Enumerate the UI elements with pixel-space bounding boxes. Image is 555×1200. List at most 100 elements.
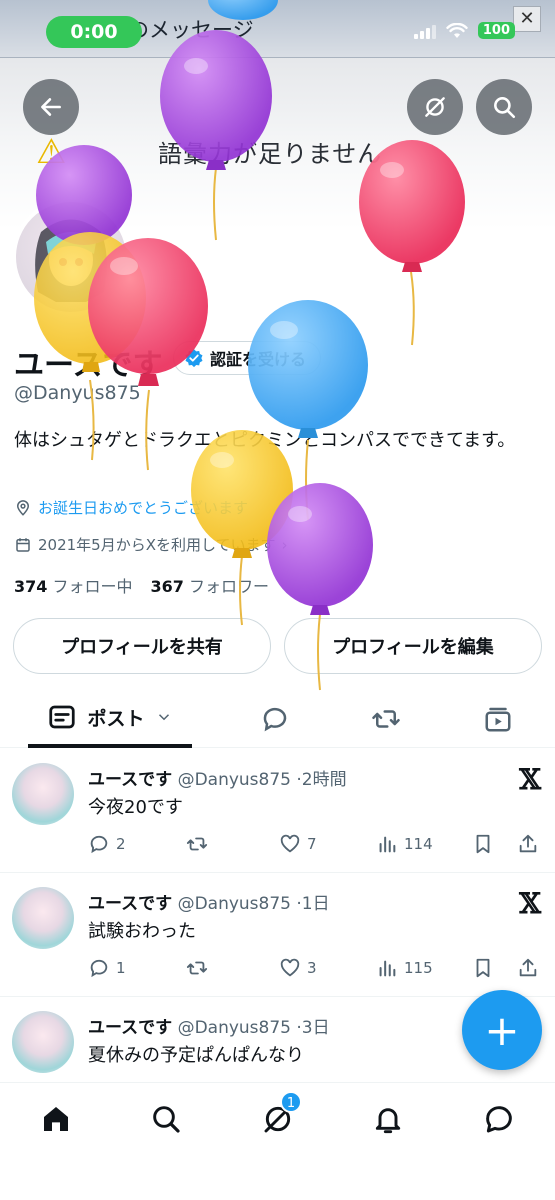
home-icon [44, 1107, 68, 1131]
battery-indicator: 100 [477, 22, 515, 39]
search-icon [153, 1106, 180, 1133]
banner-close-icon: ✕ [513, 6, 541, 32]
following-link[interactable]: 374 フォロー中 [14, 573, 133, 597]
nav-search[interactable] [146, 1099, 186, 1139]
chevron-down-icon [158, 714, 169, 721]
search-button[interactable] [476, 79, 532, 135]
bell-icon [375, 1108, 401, 1134]
wifi-icon [446, 22, 468, 38]
views-button[interactable]: 114 [376, 833, 433, 855]
post-time: 3日 [301, 1018, 330, 1038]
share-button[interactable] [517, 957, 539, 979]
post-header: ユースです @Danyus875 ·2時間 [88, 765, 347, 790]
post-text: 試験おわった [88, 921, 196, 942]
warning-icon: ⚠ [36, 132, 67, 172]
share-button[interactable] [517, 833, 539, 855]
like-button[interactable]: 7 [279, 833, 317, 855]
tab-replies[interactable] [255, 690, 295, 748]
profile-avatar[interactable] [12, 198, 130, 316]
bookmark-button[interactable] [472, 957, 494, 979]
post-time: 2時間 [301, 770, 347, 790]
edit-profile-button[interactable]: プロフィールを編集 [284, 618, 542, 674]
signal-icon [413, 23, 436, 39]
nav-home[interactable] [36, 1099, 76, 1139]
following-label: フォロー中 [52, 577, 133, 596]
post-author-name: ユースです [88, 770, 173, 790]
like-button[interactable]: 3 [279, 957, 317, 979]
post-text: 夏休みの予定ぱんぱんなり [88, 1045, 304, 1066]
birthday-text[interactable]: お誕生日おめでとうございます [38, 497, 248, 518]
post-author-name: ユースです [88, 1018, 173, 1038]
repost-button[interactable] [186, 833, 208, 855]
avatar[interactable] [12, 1011, 74, 1073]
calendar-icon [16, 537, 30, 552]
get-verified-button[interactable]: 認証を受ける [173, 341, 322, 375]
x-logo-icon: 𝕏 [519, 887, 541, 920]
views-button[interactable]: 115 [376, 957, 433, 979]
joined-text: 2021年5月からXを利用しています [38, 536, 276, 554]
nav-grok[interactable]: 1 [258, 1091, 302, 1139]
post-item[interactable]: ユースです @Danyus875 ·1日 𝕏 試験おわった 1 3 115 [0, 873, 555, 997]
nav-notifications[interactable] [368, 1099, 408, 1139]
compose-post-button[interactable]: + [462, 990, 542, 1070]
search-icon [494, 97, 516, 119]
x-logo-icon: 𝕏 [519, 763, 541, 796]
chat-bubble-icon [486, 1106, 512, 1133]
heart-icon [280, 958, 300, 977]
tab-media[interactable] [478, 690, 518, 748]
post-handle: @Danyus875 [177, 894, 291, 914]
posts-tab-icon [49, 705, 76, 729]
tab-reposts[interactable] [366, 690, 406, 748]
tab-posts[interactable]: ポスト [28, 690, 192, 748]
share-icon [519, 834, 537, 853]
birthday-row: お誕生日おめでとうございます [14, 497, 248, 518]
nav-messages[interactable] [479, 1099, 519, 1139]
share-icon [519, 958, 537, 977]
notification-badge: 1 [280, 1091, 302, 1113]
get-verified-label: 認証を受ける [210, 350, 307, 369]
post-item[interactable]: ユースです @Danyus875 ·2時間 𝕏 今夜20です 2 7 114 [0, 749, 555, 873]
repost-button[interactable] [186, 957, 208, 979]
reply-count: 2 [116, 835, 126, 853]
bookmark-icon [476, 958, 490, 978]
profile-bio: 体はシュタゲとドラクエとピクミンとコンパスでできてます。 [14, 430, 516, 451]
post-actions: 1 3 115 [88, 957, 543, 985]
banner-warning-text: 語彙力が足りません [158, 140, 383, 168]
tab-posts-label: ポスト [87, 707, 145, 730]
post-author-name: ユースです [88, 894, 173, 914]
back-arrow-icon [41, 98, 61, 116]
back-button[interactable] [23, 79, 79, 135]
balloon-blue [248, 300, 368, 521]
avatar[interactable] [12, 887, 74, 949]
views-bar-icon [379, 836, 396, 853]
reply-button[interactable]: 1 [88, 957, 126, 979]
post-handle: @Danyus875 [177, 1018, 291, 1038]
profile-name: ユースです [14, 348, 163, 383]
profile-tabs: ポスト [0, 690, 555, 748]
grok-button[interactable] [407, 79, 463, 135]
repost-icon [186, 837, 208, 851]
video-icon [485, 707, 511, 732]
bottom-navigation: 1 [0, 1082, 555, 1200]
repost-icon [372, 710, 400, 728]
banner-window-message: のメッセージ [128, 18, 254, 42]
post-actions: 2 7 114 [88, 833, 543, 861]
post-time: 1日 [301, 894, 330, 914]
bookmark-button[interactable] [472, 833, 494, 855]
followers-link[interactable]: 367 フォロワー [151, 573, 270, 597]
views-count: 115 [404, 959, 433, 977]
reply-bubble-icon [263, 707, 287, 732]
post-header: ユースです @Danyus875 ·3日 [88, 1013, 330, 1038]
avatar-illustration [35, 219, 107, 302]
avatar[interactable] [12, 763, 74, 825]
reply-button[interactable]: 2 [88, 833, 126, 855]
repost-icon [186, 961, 208, 975]
verified-badge-icon [185, 349, 203, 368]
share-profile-button[interactable]: プロフィールを共有 [13, 618, 271, 674]
joined-row[interactable]: 2021年5月からXを利用しています › [14, 534, 288, 555]
follow-stats: 374 フォロー中 367 フォロワー [14, 573, 269, 597]
views-bar-icon [379, 960, 396, 977]
reply-count: 1 [116, 959, 126, 977]
heart-icon [280, 834, 300, 853]
views-count: 114 [404, 835, 433, 853]
